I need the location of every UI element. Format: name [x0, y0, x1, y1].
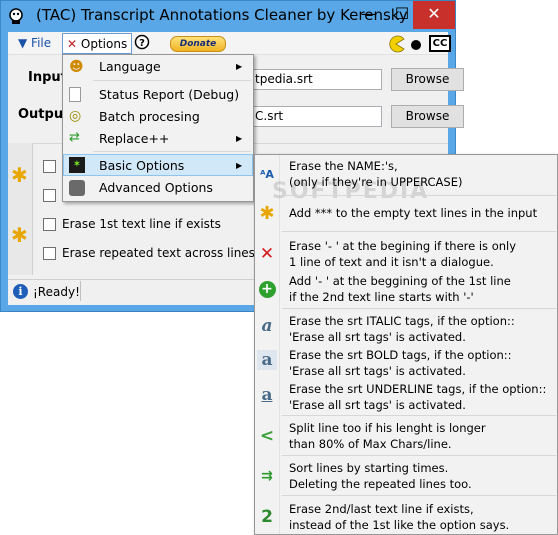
submenu-item-underline-tags[interactable]: Erase the srt UNDERLINE tags, if the opt…: [289, 381, 546, 413]
svg-text:?: ?: [139, 38, 145, 49]
font-icon[interactable]: ᴬA: [257, 164, 277, 184]
italic-a-icon[interactable]: a: [257, 316, 277, 336]
submenu-item-text: if the 2nd text line starts with '-': [289, 290, 474, 304]
green-plus-icon[interactable]: +: [257, 279, 277, 299]
options-label: Options: [80, 37, 128, 51]
dot-icon[interactable]: [411, 40, 421, 50]
submenu-item-add-dash[interactable]: Add '- ' at the beggining of the 1st lin…: [289, 273, 511, 305]
submenu-item-bold-tags[interactable]: Erase the srt BOLD tags, if the option::…: [289, 347, 512, 379]
menu-separator: [93, 151, 251, 152]
input-file-field[interactable]: tpedia.srt: [252, 69, 382, 90]
submenu-separator: [282, 455, 556, 456]
minimize-button[interactable]: —: [352, 1, 386, 29]
menu-options[interactable]: ✕ Options: [62, 33, 133, 54]
star-icon: ✱: [11, 163, 28, 187]
submenu-item-text: Add '- ' at the beggining of the 1st lin…: [289, 274, 511, 288]
close-button[interactable]: ✕: [413, 1, 455, 29]
submenu-separator: [282, 308, 556, 309]
submenu-item-text: Sort lines by starting times.: [289, 461, 449, 475]
menu-item-advanced-options-label: Advanced Options: [99, 180, 213, 195]
menu-item-language-label: Language: [99, 59, 161, 74]
submenu-item-text: Erase the srt ITALIC tags, if the option…: [289, 314, 515, 328]
basic-options-icon: ✶: [69, 157, 85, 173]
erase-repeated-checkbox[interactable]: [43, 247, 56, 260]
submenu-item-sort-lines[interactable]: Sort lines by starting times. Deleting t…: [289, 460, 472, 492]
submenu-item-text: Erase the srt BOLD tags, if the option::: [289, 348, 512, 362]
submenu-item-text: Add *** to the empty text lines in the i…: [289, 206, 538, 220]
language-icon: ☻: [69, 59, 84, 75]
submenu-item-text: Erase the NAME:'s,: [289, 159, 398, 173]
replace-arrows-icon: ⇄: [69, 130, 80, 145]
pacman-icon[interactable]: [387, 35, 405, 53]
sort-arrows-icon[interactable]: ⇉: [257, 466, 277, 486]
tools-icon: ✕: [67, 37, 78, 51]
status-separator: [80, 281, 81, 301]
red-x-icon[interactable]: ✕: [257, 244, 277, 264]
document-icon: [69, 87, 81, 102]
closed-caption-icon[interactable]: CC: [429, 35, 451, 52]
submenu-separator: [282, 195, 556, 196]
submenu-separator: [282, 415, 556, 416]
submenu-item-text: than 80% of Max Chars/line.: [289, 437, 452, 451]
submenu-item-text: 'Erase all srt tags' is activated.: [289, 398, 466, 412]
submenu-item-italic-tags[interactable]: Erase the srt ITALIC tags, if the option…: [289, 313, 515, 345]
erase-repeated-label: Erase repeated text across lines.: [62, 246, 259, 260]
star-icon[interactable]: ✱: [257, 203, 277, 224]
submenu-item-erase-dash[interactable]: Erase '- ' at the begining if there is o…: [289, 238, 516, 270]
submenu-item-erase-second-line[interactable]: Erase 2nd/last text line if exists, inst…: [289, 501, 509, 533]
erase-first-line-checkbox[interactable]: [43, 218, 56, 231]
help-icon[interactable]: ?: [134, 34, 150, 50]
submenu-item-text: instead of the 1st like the option says.: [289, 518, 510, 532]
number-two-icon[interactable]: 2: [257, 507, 277, 527]
status-text: ¡Ready!: [33, 285, 80, 299]
star-icon: ✱: [11, 223, 28, 247]
browse-output-button[interactable]: Browse: [391, 105, 464, 128]
submenu-item-add-stars[interactable]: Add *** to the empty text lines in the i…: [289, 205, 537, 221]
menu-separator: [93, 80, 251, 81]
menu-item-batch-label: Batch procesing: [99, 109, 200, 124]
app-icon: [9, 8, 23, 24]
submenu-item-text: Erase the srt UNDERLINE tags, if the opt…: [289, 382, 547, 396]
donate-button[interactable]: Donate: [170, 36, 226, 52]
erase-first-line-label: Erase 1st text line if exists: [62, 217, 221, 231]
submenu-arrow-icon: ▶: [236, 134, 243, 143]
submenu-separator: [282, 231, 556, 232]
menu-file[interactable]: ▼ File: [18, 33, 51, 53]
batch-icon: ◎: [69, 108, 82, 124]
menu-item-replace-label: Replace++: [99, 131, 170, 146]
submenu-item-text: Erase 2nd/last text line if exists,: [289, 502, 474, 516]
advanced-options-icon: [69, 180, 85, 196]
browse-input-button[interactable]: Browse: [391, 68, 464, 91]
submenu-arrow-icon: ▶: [236, 62, 243, 71]
submenu-item-split-line[interactable]: Split line too if his lenght is longer t…: [289, 420, 486, 452]
info-icon: i: [13, 284, 28, 299]
submenu-separator: [282, 495, 556, 496]
menu-item-basic-options-label: Basic Options: [99, 158, 185, 173]
checkbox[interactable]: [43, 189, 56, 202]
output-file-field[interactable]: C.srt: [252, 106, 382, 127]
split-arrow-icon[interactable]: <: [257, 426, 277, 446]
submenu-item-text: Split line too if his lenght is longer: [289, 421, 486, 435]
submenu-item-erase-names[interactable]: Erase the NAME:'s, (only if they're in U…: [289, 158, 462, 190]
bold-a-icon[interactable]: a: [257, 350, 277, 370]
menu-item-status-report-label: Status Report (Debug): [99, 87, 240, 102]
submenu-item-text: 1 line of text and it isn't a dialogue.: [289, 255, 494, 269]
submenu-item-text: 'Erase all srt tags' is activated.: [289, 364, 466, 378]
checkbox[interactable]: [43, 160, 56, 173]
submenu-item-text: Erase '- ' at the begining if there is o…: [289, 239, 517, 253]
submenu-item-text: 'Erase all srt tags' is activated.: [289, 330, 466, 344]
underline-a-icon[interactable]: a: [257, 385, 277, 405]
submenu-arrow-icon: ▶: [236, 161, 243, 170]
submenu-item-text: (only if they're in UPPERCASE): [289, 175, 463, 189]
submenu-item-text: Deleting the repeated lines too.: [289, 477, 472, 491]
file-label: ▼ File: [18, 36, 52, 50]
